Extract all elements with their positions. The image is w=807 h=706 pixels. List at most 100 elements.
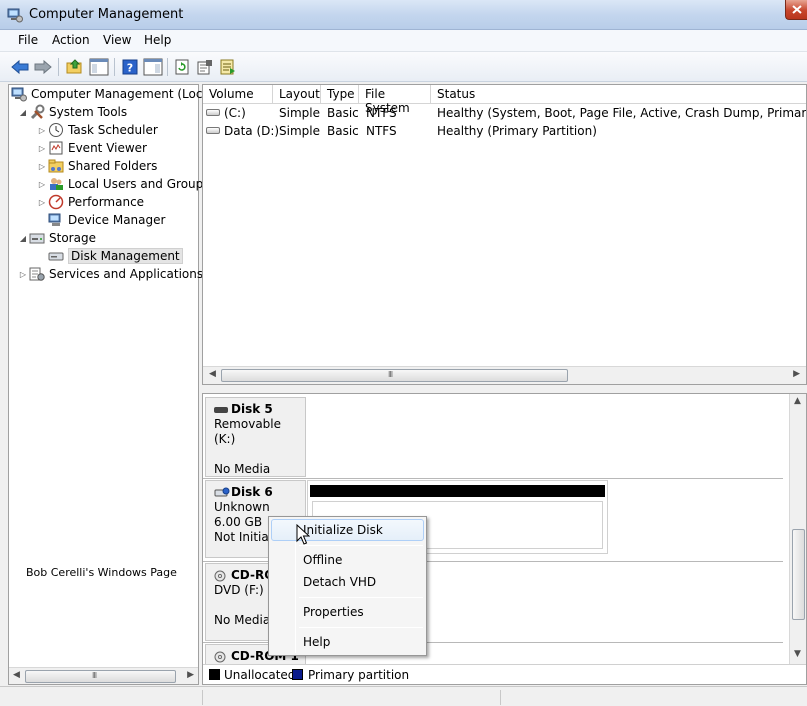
tree-label: Event Viewer: [68, 141, 147, 155]
scroll-right-icon[interactable]: ▶: [187, 670, 194, 680]
expanded-arrow-icon[interactable]: ◢: [17, 234, 29, 243]
disk-legend: Unallocated Primary partition: [203, 664, 806, 684]
unallocated-swatch: [209, 669, 220, 680]
tree-item-shared-folders[interactable]: ▷ Shared Folders: [36, 157, 157, 175]
legend-unallocated: Unallocated: [224, 668, 296, 682]
disk-context-menu: Initialize Disk Offline Detach VHD Prope…: [268, 516, 427, 656]
collapsed-arrow-icon[interactable]: ▷: [36, 144, 48, 153]
column-volume[interactable]: Volume: [203, 85, 273, 104]
scroll-left-icon[interactable]: ◀: [13, 670, 20, 680]
volume-type: Basic: [327, 106, 359, 120]
show-hide-tree-button[interactable]: [88, 56, 110, 78]
mouse-pointer-icon: [296, 524, 310, 545]
event-viewer-icon: [49, 141, 63, 155]
collapsed-arrow-icon[interactable]: ▷: [36, 180, 48, 189]
collapsed-arrow-icon[interactable]: ▷: [36, 126, 48, 135]
help-button[interactable]: ?: [119, 56, 141, 78]
up-folder-icon: [66, 59, 82, 74]
menu-item-properties[interactable]: Properties: [271, 601, 424, 623]
up-button[interactable]: [64, 56, 86, 78]
menu-item-initialize-disk[interactable]: Initialize Disk: [271, 519, 424, 541]
credit-text: Bob Cerelli's Windows Page: [26, 566, 177, 579]
column-status[interactable]: Status: [431, 85, 806, 104]
volume-layout: Simple: [279, 124, 320, 138]
tree-item-performance[interactable]: ▷ Performance: [36, 193, 144, 211]
properties-icon: [197, 60, 212, 75]
forward-button[interactable]: [32, 56, 54, 78]
refresh-button[interactable]: [171, 56, 193, 78]
disk-view-vertical-scrollbar[interactable]: ▲ ▼: [789, 394, 806, 666]
device-manager-icon: [48, 213, 61, 226]
tree-label: Local Users and Groups: [68, 177, 210, 191]
table-row[interactable]: Data (D:) Simple Basic NTFS Healthy (Pri…: [203, 122, 806, 140]
navigation-tree: Computer Management (Local ◢ System Tool…: [8, 84, 213, 685]
scroll-down-icon[interactable]: ▼: [794, 649, 801, 659]
column-type[interactable]: Type: [321, 85, 359, 104]
tree-label: System Tools: [49, 105, 128, 119]
tree-item-computer-management[interactable]: Computer Management (Local: [11, 85, 213, 103]
primary-partition-swatch: [292, 669, 303, 680]
collapsed-arrow-icon[interactable]: ▷: [17, 270, 29, 279]
tree-label: Device Manager: [68, 213, 166, 227]
tree-item-local-users-and-groups[interactable]: ▷ Local Users and Groups: [36, 175, 210, 193]
computer-management-icon: [7, 8, 23, 23]
column-layout[interactable]: Layout: [273, 85, 321, 104]
volume-layout: Simple: [279, 106, 320, 120]
disk-info: Removable (K:): [214, 417, 282, 446]
computer-management-icon: [11, 87, 27, 102]
scrollbar-thumb[interactable]: [792, 529, 805, 620]
close-icon: [792, 5, 802, 14]
menu-item-detach-vhd[interactable]: Detach VHD: [271, 571, 424, 593]
menu-view[interactable]: View: [103, 33, 131, 47]
system-tools-icon: [30, 104, 45, 120]
tree-horizontal-scrollbar[interactable]: ◀ III ▶: [9, 667, 198, 684]
cd-rom-icon: [214, 651, 226, 662]
properties-button[interactable]: [194, 56, 216, 78]
volume-list-horizontal-scrollbar[interactable]: ◀ III ▶: [203, 366, 806, 384]
tree-item-device-manager[interactable]: Device Manager: [48, 211, 165, 229]
title-bar: Computer Management: [0, 0, 807, 30]
disk-management-icon: [48, 252, 64, 261]
back-button[interactable]: [9, 56, 31, 78]
close-button[interactable]: [785, 0, 807, 20]
status-cell: [202, 690, 203, 705]
scrollbar-thumb[interactable]: III: [221, 369, 568, 382]
tree-item-task-scheduler[interactable]: ▷ Task Scheduler: [36, 121, 158, 139]
toolbar-separator: [114, 58, 115, 76]
tree-item-storage[interactable]: ◢ Storage: [17, 229, 96, 247]
tree-item-event-viewer[interactable]: ▷ Event Viewer: [36, 139, 147, 157]
menu-item-help[interactable]: Help: [271, 631, 424, 653]
tree-item-system-tools[interactable]: ◢ System Tools: [17, 103, 127, 121]
tree-item-disk-management[interactable]: Disk Management: [48, 247, 183, 265]
scrollbar-thumb[interactable]: III: [25, 670, 176, 683]
svg-text:?: ?: [127, 62, 133, 75]
collapsed-arrow-icon[interactable]: ▷: [36, 198, 48, 207]
menu-item-offline[interactable]: Offline: [271, 549, 424, 571]
forward-arrow-icon: [34, 59, 52, 75]
removable-disk-icon: [214, 406, 228, 413]
column-file-system[interactable]: File System: [359, 85, 431, 115]
toolbar-separator: [58, 58, 59, 76]
show-hide-tree-icon: [89, 58, 109, 76]
storage-icon: [29, 233, 45, 244]
scroll-right-icon[interactable]: ▶: [793, 369, 800, 379]
volume-list: Volume Layout Type File System Status (C…: [202, 84, 807, 385]
tree-item-services-and-applications[interactable]: ▷ Services and Applications: [17, 265, 203, 283]
tree-label: Disk Management: [68, 248, 183, 264]
table-row[interactable]: (C:) Simple Basic NTFS Healthy (System, …: [203, 104, 806, 122]
menu-separator: [299, 545, 423, 546]
menu-file[interactable]: File: [18, 33, 38, 47]
users-icon: [50, 178, 63, 190]
disk-5-label[interactable]: Disk 5 Removable (K:) No Media: [205, 397, 306, 477]
help-icon: ?: [122, 59, 138, 75]
export-list-button[interactable]: [217, 56, 239, 78]
menu-action[interactable]: Action: [52, 33, 90, 47]
drive-icon: [206, 127, 220, 134]
volume-list-header: Volume Layout Type File System Status: [203, 85, 806, 115]
collapsed-arrow-icon[interactable]: ▷: [36, 162, 48, 171]
expanded-arrow-icon[interactable]: ◢: [17, 108, 29, 117]
menu-help[interactable]: Help: [144, 33, 171, 47]
scroll-left-icon[interactable]: ◀: [209, 369, 216, 379]
scroll-up-icon[interactable]: ▲: [794, 396, 801, 406]
show-hide-action-pane-button[interactable]: [142, 56, 164, 78]
